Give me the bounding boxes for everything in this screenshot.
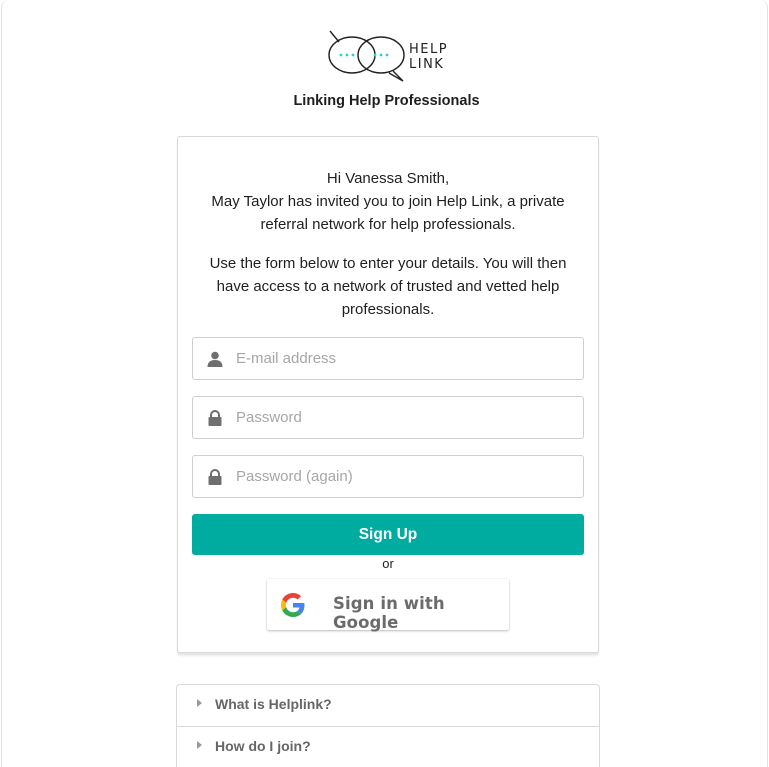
help-link-logo: HELP LINK bbox=[327, 28, 449, 84]
tagline: Linking Help Professionals bbox=[293, 93, 480, 109]
password-again-input[interactable] bbox=[236, 456, 576, 497]
google-sign-in-button[interactable]: Sign in with Google bbox=[267, 579, 509, 632]
user-icon bbox=[207, 351, 223, 367]
faq-item-how-do-i-join[interactable]: How do I join? bbox=[177, 726, 599, 767]
logo-line-help: HELP bbox=[409, 42, 449, 57]
invite-line: referral network for help professionals. bbox=[260, 216, 516, 233]
instructions-line: professionals. bbox=[341, 301, 435, 318]
invite-line: May Taylor has invited you to join Help … bbox=[211, 193, 565, 210]
page: HELP LINK Linking Help Professionals Hi … bbox=[1, 0, 768, 767]
faq-item-what-is-helplink[interactable]: What is Helplink? bbox=[177, 685, 599, 726]
logo-wordmark: HELP LINK bbox=[409, 42, 448, 72]
faq-question: What is Helplink? bbox=[215, 696, 332, 712]
or-separator: or bbox=[382, 556, 394, 571]
password-again-field[interactable] bbox=[192, 455, 584, 498]
logo-line-link: LINK bbox=[409, 57, 445, 72]
instructions: Use the form below to enter your details… bbox=[178, 252, 598, 321]
lock-icon bbox=[208, 410, 222, 426]
signup-card: Hi Vanessa Smith, May Taylor has invited… bbox=[177, 136, 599, 653]
google-sign-in-label: Sign in with Google bbox=[333, 594, 445, 632]
instructions-line: Use the form below to enter your details… bbox=[209, 255, 567, 272]
instructions-line: have access to a network of trusted and … bbox=[216, 278, 560, 295]
invite-message: Hi Vanessa Smith, May Taylor has invited… bbox=[178, 167, 598, 236]
password-input[interactable] bbox=[236, 397, 576, 438]
google-g-icon bbox=[281, 593, 305, 617]
lock-icon bbox=[208, 469, 222, 485]
faq-question: How do I join? bbox=[215, 738, 311, 754]
speech-bubbles-icon bbox=[328, 30, 405, 82]
email-input[interactable] bbox=[236, 338, 576, 379]
email-field[interactable] bbox=[192, 337, 584, 380]
caret-right-icon bbox=[197, 741, 202, 749]
greeting: Hi Vanessa Smith, bbox=[326, 170, 450, 187]
faq-accordion: What is Helplink? How do I join? bbox=[176, 684, 600, 767]
password-field[interactable] bbox=[192, 396, 584, 439]
caret-right-icon bbox=[197, 699, 202, 707]
sign-up-button[interactable]: Sign Up bbox=[192, 514, 584, 555]
